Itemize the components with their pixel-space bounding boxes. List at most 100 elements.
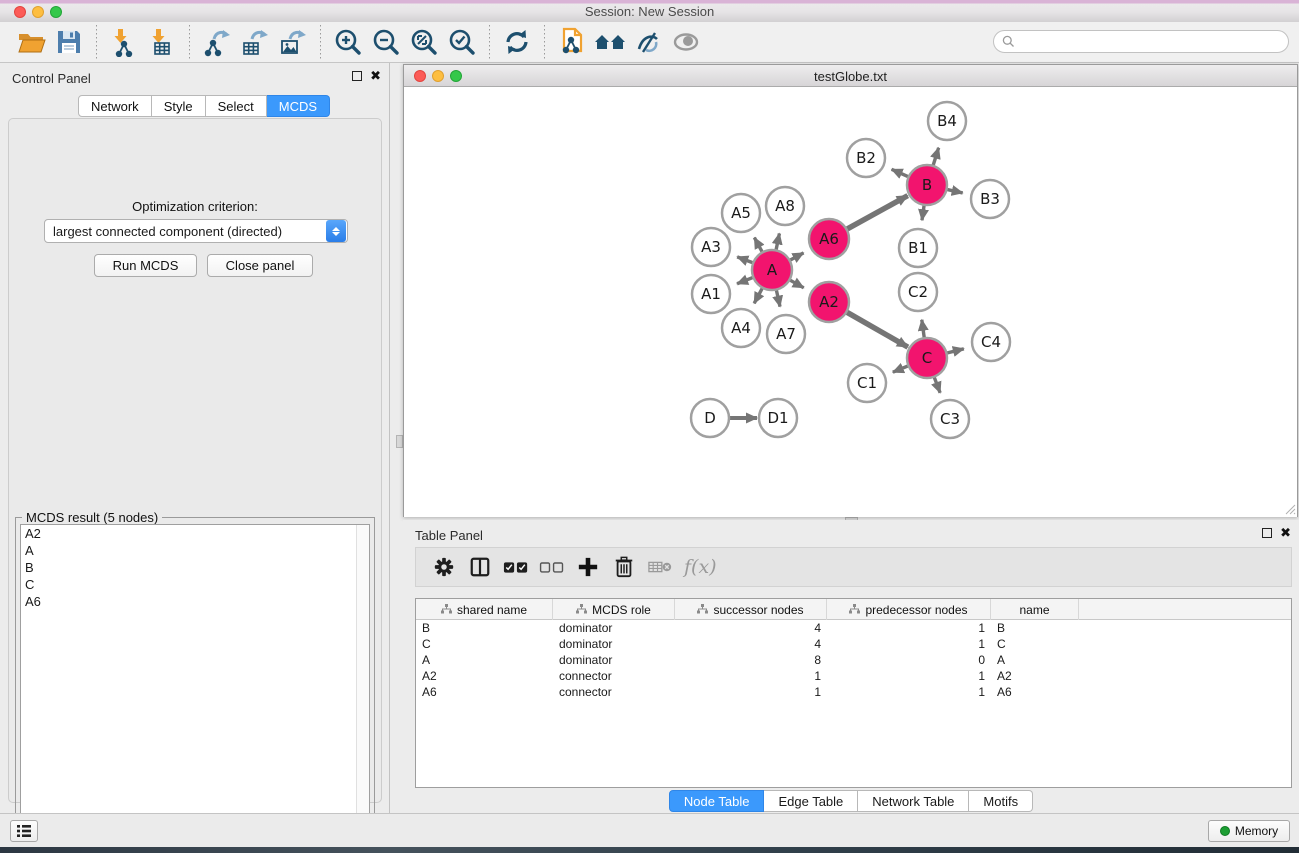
column-header-shared-name[interactable]: shared name (416, 599, 553, 620)
column-header-predecessor-nodes[interactable]: predecessor nodes (827, 599, 991, 620)
table-cell[interactable]: A2 (991, 668, 1079, 684)
tab-select[interactable]: Select (206, 95, 267, 117)
table-cell[interactable]: A6 (416, 684, 553, 700)
run-mcds-button[interactable]: Run MCDS (94, 254, 197, 277)
table-row[interactable]: Bdominator41B (416, 620, 1291, 636)
column-header-name[interactable]: name (991, 599, 1079, 620)
node-A4[interactable]: A4 (722, 309, 760, 347)
deselect-all-icon[interactable] (534, 551, 570, 583)
table-cell[interactable]: 1 (827, 620, 991, 636)
zoom-out-icon[interactable] (369, 25, 403, 59)
table-cell[interactable]: connector (553, 668, 675, 684)
result-list-item[interactable]: C (21, 576, 369, 593)
search-field[interactable] (993, 30, 1289, 53)
memory-button[interactable]: Memory (1208, 820, 1290, 842)
import-table-icon[interactable] (145, 25, 179, 59)
search-input[interactable] (1015, 33, 1288, 51)
table-cell[interactable]: 1 (675, 668, 827, 684)
column-header-MCDS-role[interactable]: MCDS role (553, 599, 675, 620)
tab-network[interactable]: Network (78, 95, 152, 117)
edge-A6-B[interactable] (845, 196, 908, 231)
table-cell[interactable]: 1 (827, 668, 991, 684)
node-B3[interactable]: B3 (971, 180, 1009, 218)
node-A5[interactable]: A5 (722, 194, 760, 232)
table-row[interactable]: Adominator80A (416, 652, 1291, 668)
table-cell[interactable]: A2 (416, 668, 553, 684)
select-all-icon[interactable] (498, 551, 534, 583)
tab-network-table[interactable]: Network Table (858, 790, 969, 812)
task-history-button[interactable] (10, 820, 38, 842)
tab-node-table[interactable]: Node Table (669, 790, 765, 812)
hide-graphics-icon[interactable] (631, 25, 665, 59)
node-A1[interactable]: A1 (692, 275, 730, 313)
table-cell[interactable]: 1 (675, 684, 827, 700)
node-D1[interactable]: D1 (759, 399, 797, 437)
node-A3[interactable]: A3 (692, 228, 730, 266)
tab-style[interactable]: Style (152, 95, 206, 117)
table-cell[interactable]: 1 (827, 636, 991, 652)
show-graphics-icon[interactable] (669, 25, 703, 59)
node-B2[interactable]: B2 (847, 139, 885, 177)
result-list-item[interactable]: A (21, 542, 369, 559)
split-view-icon[interactable] (462, 551, 498, 583)
node-A8[interactable]: A8 (766, 187, 804, 225)
node-C1[interactable]: C1 (848, 364, 886, 402)
table-cell[interactable]: connector (553, 684, 675, 700)
save-session-icon[interactable] (52, 25, 86, 59)
node-D[interactable]: D (691, 399, 729, 437)
vertical-splitter-grip[interactable] (396, 435, 403, 448)
export-image-icon[interactable] (276, 25, 310, 59)
node-A7[interactable]: A7 (767, 315, 805, 353)
export-table-icon[interactable] (238, 25, 272, 59)
edge-A2-C[interactable] (845, 311, 908, 347)
float-table-panel-icon[interactable] (1262, 528, 1272, 538)
add-column-icon[interactable] (570, 551, 606, 583)
tab-mcds[interactable]: MCDS (267, 95, 330, 117)
delete-column-icon[interactable] (606, 551, 642, 583)
result-list-item[interactable]: A6 (21, 593, 369, 610)
network-window-titlebar[interactable]: testGlobe.txt (404, 65, 1297, 87)
table-cell[interactable]: dominator (553, 652, 675, 668)
node-B[interactable]: B (907, 165, 947, 205)
refresh-icon[interactable] (500, 25, 534, 59)
node-A[interactable]: A (752, 250, 792, 290)
import-network-icon[interactable] (107, 25, 141, 59)
table-row[interactable]: A6connector11A6 (416, 684, 1291, 700)
table-cell[interactable]: 0 (827, 652, 991, 668)
table-cell[interactable]: 4 (675, 636, 827, 652)
table-cell[interactable]: A6 (991, 684, 1079, 700)
tab-motifs[interactable]: Motifs (969, 790, 1033, 812)
table-cell[interactable]: C (416, 636, 553, 652)
node-C[interactable]: C (907, 338, 947, 378)
table-cell[interactable]: dominator (553, 620, 675, 636)
table-cell[interactable]: 4 (675, 620, 827, 636)
home-icon[interactable] (593, 25, 627, 59)
node-C4[interactable]: C4 (972, 323, 1010, 361)
result-list-item[interactable]: A2 (21, 525, 369, 542)
table-row[interactable]: A2connector11A2 (416, 668, 1291, 684)
table-cell[interactable]: B (991, 620, 1079, 636)
window-resize-grip[interactable] (1284, 503, 1296, 515)
result-list-item[interactable]: B (21, 559, 369, 576)
zoom-fit-icon[interactable] (407, 25, 441, 59)
open-file-icon[interactable] (14, 25, 48, 59)
node-B1[interactable]: B1 (899, 229, 937, 267)
node-A6[interactable]: A6 (809, 219, 849, 259)
table-cell[interactable]: A (991, 652, 1079, 668)
optimization-criterion-select[interactable]: largest connected component (directed) (44, 219, 348, 243)
result-list-scrollbar[interactable] (356, 525, 369, 851)
network-canvas[interactable]: B4B2BB3A8A5A6A3B1AC2A1A2A4A7C4CC1DD1C3 (404, 87, 1297, 517)
node-C2[interactable]: C2 (899, 273, 937, 311)
node-C3[interactable]: C3 (931, 400, 969, 438)
float-panel-icon[interactable] (352, 71, 362, 81)
column-header-successor-nodes[interactable]: successor nodes (675, 599, 827, 620)
zoom-in-icon[interactable] (331, 25, 365, 59)
table-cell[interactable]: 8 (675, 652, 827, 668)
gear-icon[interactable] (426, 551, 462, 583)
close-panel-icon[interactable]: ✖ (370, 71, 381, 81)
export-network-icon[interactable] (200, 25, 234, 59)
table-cell[interactable]: A (416, 652, 553, 668)
close-panel-button[interactable]: Close panel (207, 254, 313, 277)
node-B4[interactable]: B4 (928, 102, 966, 140)
table-cell[interactable]: B (416, 620, 553, 636)
